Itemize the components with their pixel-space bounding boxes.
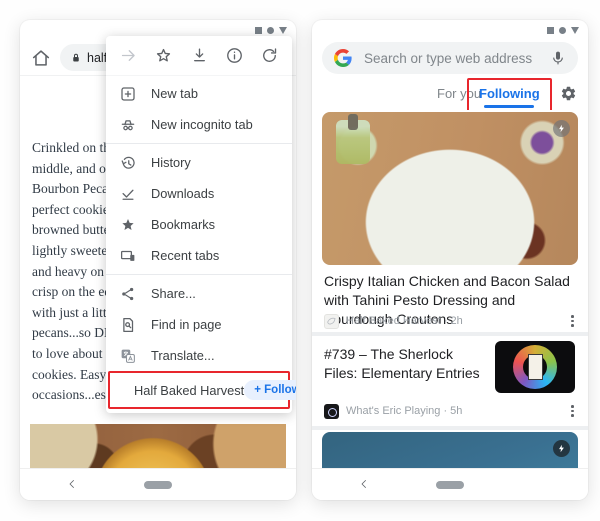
back-icon[interactable] [358, 478, 370, 490]
download-icon[interactable] [190, 46, 209, 65]
tab-following[interactable]: Following [479, 86, 540, 101]
menu-item-new-incognito-tab[interactable]: New incognito tab [106, 109, 292, 140]
translate-icon [119, 347, 137, 365]
sherlock-thumbnail [495, 341, 575, 393]
lock-icon [70, 51, 82, 65]
status-circle-icon [267, 27, 274, 34]
card-source-row: What's Eric Playing · 5h [324, 402, 580, 420]
feed-card-sherlock[interactable]: #739 – The Sherlock Files: Elementary En… [312, 336, 588, 426]
menu-item-translate[interactable]: Translate... [106, 340, 292, 371]
status-square-icon [547, 27, 554, 34]
game-box-graphic [528, 354, 543, 380]
card-source-meta: Half Baked Harvest · 2h [346, 315, 565, 327]
new-tab-icon [119, 85, 137, 103]
menu-item-label: Translate... [151, 348, 215, 363]
status-bar-icons [255, 27, 287, 34]
menu-item-label: Downloads [151, 186, 214, 201]
downloads-check-icon [119, 185, 137, 203]
dressing-jar [336, 120, 370, 164]
menu-icon-row [106, 36, 292, 76]
status-bar-icons [547, 27, 579, 34]
home-pill-button[interactable] [436, 481, 464, 489]
ocean-photo [322, 432, 578, 468]
star-filled-icon [119, 216, 137, 234]
menu-item-label: Share... [151, 286, 196, 301]
menu-item-bookmarks[interactable]: Bookmarks [106, 209, 292, 240]
back-icon[interactable] [66, 478, 78, 490]
tab-active-underline [484, 105, 534, 108]
history-icon [119, 154, 137, 172]
find-in-page-icon [119, 316, 137, 334]
feed-card-salad[interactable]: Crispy Italian Chicken and Bacon Salad w… [312, 110, 588, 332]
article-photo-cookies [30, 424, 286, 468]
right-phone-frame: Search or type web address For you Follo… [312, 20, 588, 500]
menu-item-label: Find in page [151, 317, 221, 332]
menu-divider [106, 143, 292, 144]
follow-button[interactable]: + Follow [244, 380, 296, 400]
android-nav-bar [20, 468, 296, 500]
menu-item-downloads[interactable]: Downloads [106, 178, 292, 209]
menu-items: New tab New incognito tab History [106, 76, 292, 409]
menu-item-label: History [151, 155, 191, 170]
home-icon[interactable] [30, 47, 52, 69]
screenshot-canvas: halfba — HALF H A R Crinkled on th middl… [0, 0, 600, 521]
menu-item-label: Half Baked Harvest [134, 383, 244, 398]
search-placeholder: Search or type web address [364, 51, 550, 66]
menu-item-share[interactable]: Share... [106, 278, 292, 309]
menu-item-follow-site[interactable]: Half Baked Harvest + Follow [108, 371, 290, 409]
forward-icon[interactable] [119, 46, 138, 65]
mic-icon[interactable] [550, 50, 566, 66]
feed-card-ocean[interactable] [312, 430, 588, 468]
menu-divider [106, 274, 292, 275]
menu-item-label: New incognito tab [151, 117, 253, 132]
menu-item-history[interactable]: History [106, 147, 292, 178]
status-circle-icon [559, 27, 566, 34]
discover-feed: Crispy Italian Chicken and Bacon Salad w… [312, 110, 588, 468]
android-nav-bar [312, 468, 588, 500]
card-menu-icon[interactable] [565, 313, 580, 329]
menu-item-find-in-page[interactable]: Find in page [106, 309, 292, 340]
status-triangle-icon [571, 27, 579, 34]
status-triangle-icon [279, 27, 287, 34]
menu-item-label: New tab [151, 86, 198, 101]
left-phone-frame: halfba — HALF H A R Crinkled on th middl… [20, 20, 296, 500]
incognito-icon [119, 116, 137, 134]
menu-item-recent-tabs[interactable]: Recent tabs [106, 240, 292, 271]
amp-lightning-icon [553, 440, 570, 457]
salad-photo [322, 112, 578, 265]
gear-icon[interactable] [560, 85, 577, 102]
discover-tabs: For you Following [312, 78, 588, 110]
menu-item-label: Recent tabs [151, 248, 219, 263]
card-title[interactable]: #739 – The Sherlock Files: Elementary En… [324, 345, 489, 383]
source-favicon-wep-icon [324, 404, 339, 419]
google-logo-icon [334, 49, 352, 67]
status-square-icon [255, 27, 262, 34]
card-source-meta: What's Eric Playing · 5h [346, 405, 565, 417]
info-icon[interactable] [225, 46, 244, 65]
browser-overflow-menu: New tab New incognito tab History [106, 36, 292, 413]
recent-tabs-icon [119, 247, 137, 265]
menu-item-new-tab[interactable]: New tab [106, 78, 292, 109]
bookmark-star-icon[interactable] [154, 46, 173, 65]
card-source-row: Half Baked Harvest · 2h [324, 312, 580, 330]
card-menu-icon[interactable] [565, 403, 580, 419]
search-bar[interactable]: Search or type web address [322, 42, 578, 74]
reload-icon[interactable] [260, 46, 279, 65]
home-pill-button[interactable] [144, 481, 172, 489]
amp-lightning-icon [553, 120, 570, 137]
share-icon [119, 285, 137, 303]
menu-item-label: Bookmarks [151, 217, 215, 232]
source-favicon-hbh-icon [324, 314, 339, 329]
